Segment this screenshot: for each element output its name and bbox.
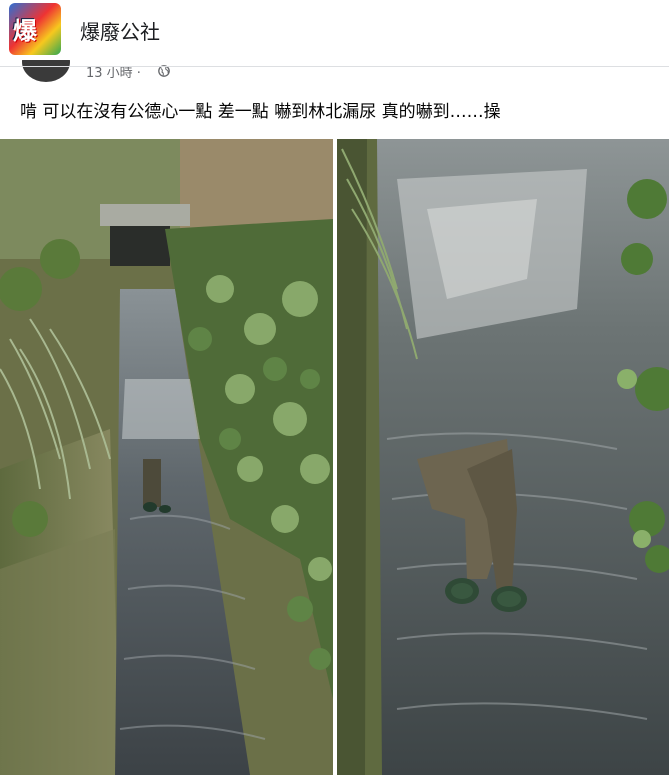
photo-2-image	[337, 139, 669, 775]
group-avatar-logo: 爆	[13, 17, 37, 45]
group-avatar[interactable]: 爆	[9, 3, 61, 55]
post-timestamp[interactable]: 13 小時 ·	[86, 62, 141, 81]
photo-1-image	[0, 139, 333, 775]
group-name[interactable]: 爆廢公社	[80, 16, 160, 45]
poster-avatar[interactable]	[22, 60, 70, 82]
header-divider	[0, 66, 669, 67]
group-header: 爆 爆廢公社	[0, 0, 669, 62]
post-photo-1[interactable]	[0, 139, 333, 775]
post-photo-2[interactable]	[337, 139, 669, 775]
post-meta: 13 小時 ·	[0, 60, 669, 86]
post-text: 啃 可以在沒有公德心一點 差一點 嚇到林北漏尿 真的嚇到……操	[20, 102, 501, 122]
